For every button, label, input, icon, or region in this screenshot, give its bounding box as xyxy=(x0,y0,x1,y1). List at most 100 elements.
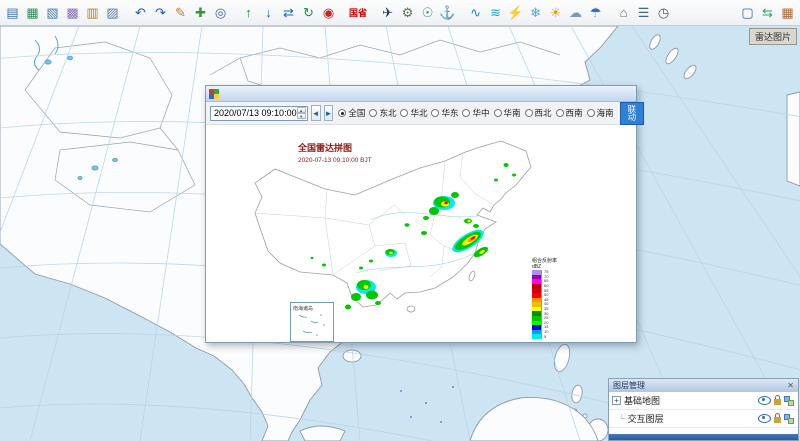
datetime-spinner[interactable]: ▲ ▼ xyxy=(297,107,306,119)
legend-value-label: 5 xyxy=(544,335,546,339)
layer-panel-header[interactable]: 图层管理 ✕ xyxy=(609,379,798,392)
region-radio-1[interactable]: 东北 xyxy=(369,107,396,119)
datetime-input[interactable]: 2020/07/13 09:10:00 ▲ ▼ xyxy=(210,106,308,121)
china-outline xyxy=(255,141,531,312)
legend-color-cell xyxy=(532,334,542,339)
tree-expand-icon[interactable]: + xyxy=(612,396,621,405)
inset-label: 南海诸岛 xyxy=(293,305,313,312)
add-icon[interactable]: ✚ xyxy=(191,3,210,23)
link-icon[interactable]: ⇆ xyxy=(758,3,777,23)
refresh-icon[interactable]: ↻ xyxy=(299,3,318,23)
airplane-icon[interactable]: ✈ xyxy=(378,3,397,23)
country-province-button[interactable]: 国省 xyxy=(347,3,369,23)
chart-subtitle: 2020-07-13 09:10:00 BJT xyxy=(298,157,372,164)
zoom-icon[interactable]: ◎ xyxy=(211,3,230,23)
dialog-titlebar[interactable] xyxy=(206,86,636,102)
grid-icon[interactable]: ▦ xyxy=(778,3,797,23)
region-radio-label: 西北 xyxy=(535,107,552,119)
toolbar-separator xyxy=(123,3,130,23)
lock-icon[interactable] xyxy=(774,399,781,405)
anchor-icon[interactable]: ⚓ xyxy=(438,3,457,23)
next-time-button[interactable]: ► xyxy=(324,105,334,121)
region-radio-label: 华南 xyxy=(504,107,521,119)
database-icon[interactable]: ▥ xyxy=(83,3,102,23)
radio-button-icon xyxy=(587,109,595,117)
down-arrow-icon[interactable]: ↓ xyxy=(259,3,278,23)
dialog-icon xyxy=(209,89,219,99)
region-radio-label: 华东 xyxy=(441,107,458,119)
undo-icon[interactable]: ↶ xyxy=(131,3,150,23)
layer-manager-panel: 图层管理 ✕ +基础地图└交互图层 xyxy=(608,378,799,441)
region-radio-0[interactable]: 全国 xyxy=(338,107,365,119)
home-icon[interactable]: ⌂ xyxy=(614,3,633,23)
umbrella-icon[interactable]: ☂ xyxy=(586,3,605,23)
radio-button-icon xyxy=(400,109,408,117)
document-icon[interactable]: ▨ xyxy=(103,3,122,23)
layer-row-1[interactable]: └交互图层 xyxy=(609,410,798,428)
target-icon[interactable]: ◉ xyxy=(319,3,338,23)
clock-icon[interactable]: ◷ xyxy=(654,3,673,23)
region-radio-5[interactable]: 华南 xyxy=(494,107,521,119)
close-icon[interactable]: ✕ xyxy=(787,381,794,390)
inset-map: 南海诸岛 xyxy=(291,303,331,339)
region-radio-8[interactable]: 海南 xyxy=(587,107,614,119)
region-radio-3[interactable]: 华东 xyxy=(431,107,458,119)
display-icon[interactable]: ▢ xyxy=(738,3,757,23)
monitor-icon[interactable]: ▧ xyxy=(43,3,62,23)
stack-icon[interactable]: ≋ xyxy=(486,3,505,23)
toolbar-separator xyxy=(458,3,465,23)
region-radio-4[interactable]: 华中 xyxy=(462,107,489,119)
edit-icon[interactable]: ✎ xyxy=(171,3,190,23)
spinner-down-icon[interactable]: ▼ xyxy=(297,113,306,119)
layer-row-label: 基础地图 xyxy=(624,394,660,407)
layer-panel-title: 图层管理 xyxy=(613,380,645,391)
up-arrow-icon[interactable]: ↑ xyxy=(239,3,258,23)
visibility-eye-icon[interactable] xyxy=(758,396,771,405)
region-radio-group: 全国 东北 华北 华东华中 华南 西北 西南海南 xyxy=(338,107,613,119)
radio-button-icon xyxy=(369,109,377,117)
cloud-icon[interactable]: ☁ xyxy=(566,3,585,23)
save-icon[interactable]: ▤ xyxy=(3,3,22,23)
province-borders xyxy=(255,153,494,277)
region-radio-label: 西南 xyxy=(566,107,583,119)
snowflake-icon[interactable]: ❄ xyxy=(526,3,545,23)
radio-button-icon xyxy=(431,109,439,117)
gear-icon[interactable]: ⚙ xyxy=(398,3,417,23)
toolbar-separator xyxy=(370,3,377,23)
layers-icon[interactable]: ▩ xyxy=(63,3,82,23)
layer-style-icon[interactable] xyxy=(784,396,794,406)
globe-icon[interactable]: ☉ xyxy=(418,3,437,23)
region-radio-label: 全国 xyxy=(348,107,365,119)
menu-icon[interactable]: ☰ xyxy=(634,3,653,23)
layer-style-icon[interactable] xyxy=(784,414,794,424)
chart-icon[interactable]: ▦ xyxy=(23,3,42,23)
radar-image-tab[interactable]: 雷达图片 xyxy=(749,28,797,45)
toolbar-separator xyxy=(231,3,238,23)
wave-icon[interactable]: ∿ xyxy=(466,3,485,23)
chart-title: 全国雷达拼图 xyxy=(297,142,352,153)
region-radio-label: 华北 xyxy=(410,107,427,119)
region-radio-label: 东北 xyxy=(379,107,396,119)
link-button[interactable]: 联动 xyxy=(620,102,645,125)
region-radio-7[interactable]: 西南 xyxy=(556,107,583,119)
visibility-eye-icon[interactable] xyxy=(758,414,771,423)
main-toolbar: ▤▦▧▩▥▨↶↷✎✚◎↑↓⇄↻◉国省✈⚙☉⚓∿≋⚡❄☀☁☂⌂☰◷▢⇆▦ xyxy=(0,0,800,26)
south-china-sea-inset: 南海诸岛 xyxy=(290,302,334,342)
radar-chart-area: 全国雷达拼图 2020-07-13 09:10:00 BJT 组合反射率 dBZ… xyxy=(206,125,636,342)
redo-icon[interactable]: ↷ xyxy=(151,3,170,23)
swap-arrows-icon[interactable]: ⇄ xyxy=(279,3,298,23)
radar-echoes xyxy=(311,163,517,310)
selected-layer-row[interactable] xyxy=(609,434,798,440)
dialog-toolbar: 2020/07/13 09:10:00 ▲ ▼ ◄ ► 全国 东北 华北 华东华中 华南… xyxy=(206,102,636,125)
region-radio-2[interactable]: 华北 xyxy=(400,107,427,119)
toolbar-separator xyxy=(606,3,613,23)
tree-branch-icon: └ xyxy=(619,414,625,423)
layer-row-0[interactable]: +基础地图 xyxy=(609,392,798,410)
datetime-value: 2020/07/13 09:10:00 xyxy=(214,108,297,118)
lightning-icon[interactable]: ⚡ xyxy=(506,3,525,23)
region-radio-6[interactable]: 西北 xyxy=(525,107,552,119)
radar-mosaic-dialog: 2020/07/13 09:10:00 ▲ ▼ ◄ ► 全国 东北 华北 华东华中 华南… xyxy=(205,85,637,343)
prev-time-button[interactable]: ◄ xyxy=(311,105,321,121)
sun-icon[interactable]: ☀ xyxy=(546,3,565,23)
lock-icon[interactable] xyxy=(774,417,781,423)
